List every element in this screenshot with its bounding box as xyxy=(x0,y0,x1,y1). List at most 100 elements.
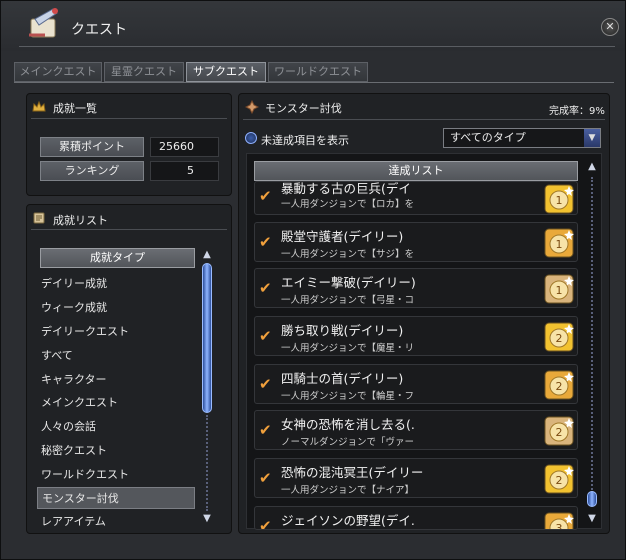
category-all[interactable]: すべて xyxy=(37,345,195,367)
type-filter-dropdown[interactable]: すべてのタイプ ▼ xyxy=(443,128,601,148)
tab-sub-quest[interactable]: サブクエスト xyxy=(186,62,266,82)
quest-description: 一人用ダンジョンで【サジ】を xyxy=(281,249,415,260)
show-incomplete-label: 未達成項目を表示 xyxy=(261,134,349,147)
checkmark-icon: ✔ xyxy=(259,469,272,487)
quest-description: 一人用ダンジョンで【ナイア】 xyxy=(281,485,415,496)
quest-window: クエスト ✕ メインクエスト 星霊クエスト サブクエスト ワールドクエスト 成就… xyxy=(0,0,626,560)
monster-icon xyxy=(245,100,259,114)
quest-row[interactable]: ✔ 勝ち取り戦(デイリー) 一人用ダンジョンで【魔星・リ 2 xyxy=(254,316,578,356)
category-monster-hunt[interactable]: モンスター討伐 xyxy=(37,487,195,509)
quest-name: 女神の恐怖を消し去る(. xyxy=(281,417,415,432)
category-daily-quest[interactable]: デイリークエスト xyxy=(37,321,195,343)
reward-badge-number: 1 xyxy=(556,238,563,251)
reward-badge-number: 1 xyxy=(556,194,563,207)
quest-name: ジェイソンの野望(デイ. xyxy=(281,513,415,528)
quest-row[interactable]: ✔ ジェイソンの野望(デイ. 3 xyxy=(254,506,578,530)
quest-scroll-track-dots xyxy=(591,177,593,493)
ranking-label: ランキング xyxy=(40,161,144,181)
summary-heading: 成就一覧 xyxy=(53,102,97,115)
quest-name: 恐怖の混沌冥王(デイリー xyxy=(281,465,424,480)
category-scrollbar[interactable]: ▲ ▼ xyxy=(200,249,214,527)
category-rare-item[interactable]: レアアイテム xyxy=(37,511,195,533)
reward-badge-icon: 2 xyxy=(544,322,574,352)
tab-divider xyxy=(14,82,614,83)
quest-description: 一人用ダンジョンで【魔星・リ xyxy=(281,343,415,354)
list-divider xyxy=(31,229,227,230)
reward-badge-icon: 3 xyxy=(544,512,574,530)
checkmark-icon: ✔ xyxy=(259,421,272,439)
tab-world-quest[interactable]: ワールドクエスト xyxy=(268,62,368,82)
quest-scroll-icon xyxy=(29,8,58,38)
quest-scroll-thumb[interactable] xyxy=(587,491,597,507)
achievement-type-header: 成就タイプ xyxy=(40,248,195,268)
detail-divider xyxy=(243,119,605,120)
checkmark-icon: ✔ xyxy=(259,517,272,530)
category-character[interactable]: キャラクター xyxy=(37,369,195,391)
quest-name: 四騎士の首(デイリー) xyxy=(281,371,404,386)
crown-icon xyxy=(32,100,46,112)
checkmark-icon: ✔ xyxy=(259,187,272,205)
category-main-quest[interactable]: メインクエスト xyxy=(37,392,195,414)
category-secret-quest[interactable]: 秘密クエスト xyxy=(37,440,195,462)
quest-row[interactable]: ✔ 女神の恐怖を消し去る(. ノーマルダンジョンで「ヴァー 2 xyxy=(254,410,578,450)
quest-name: エイミー撃破(デイリー) xyxy=(281,275,416,290)
quest-row[interactable]: ✔ 四騎士の首(デイリー) 一人用ダンジョンで【輪星・フ 2 xyxy=(254,364,578,404)
title-bar: クエスト ✕ xyxy=(1,1,625,51)
checkmark-icon: ✔ xyxy=(259,279,272,297)
reward-badge-icon: 2 xyxy=(544,370,574,400)
detail-heading: モンスター討伐 xyxy=(265,102,342,115)
quest-description: 一人用ダンジョンで【弓星・コ xyxy=(281,295,415,306)
tab-main-quest[interactable]: メインクエスト xyxy=(14,62,102,82)
quest-name: 勝ち取り戦(デイリー) xyxy=(281,323,404,338)
reward-badge-number: 2 xyxy=(556,474,563,487)
scroll-track-dots xyxy=(206,415,208,511)
completion-rate: 完成率：9% xyxy=(549,106,605,117)
reward-badge-icon: 1 xyxy=(544,274,574,304)
reward-badge-icon: 2 xyxy=(544,464,574,494)
quest-row[interactable]: ✔ 恐怖の混沌冥王(デイリー一人用ダンジョンで【ナイア】 2 xyxy=(254,458,578,498)
reward-badge-number: 2 xyxy=(556,332,563,345)
completed-list-header: 達成リスト xyxy=(254,161,578,181)
category-people-talk[interactable]: 人々の会話 xyxy=(37,416,195,438)
title-divider xyxy=(19,46,615,47)
summary-divider xyxy=(31,118,227,119)
reward-badge-number: 1 xyxy=(556,284,563,297)
quest-scroll-down-icon[interactable]: ▼ xyxy=(585,513,599,525)
scroll-up-icon[interactable]: ▲ xyxy=(200,249,214,261)
total-points-value: 25660 xyxy=(150,137,219,157)
achievement-list-heading: 成就リスト xyxy=(53,214,108,227)
category-weekly-achievement[interactable]: ウィーク成就 xyxy=(37,297,195,319)
checkmark-icon: ✔ xyxy=(259,233,272,251)
quest-row[interactable]: ✔ 殿堂守護者(デイリー) 一人用ダンジョンで【サジ】を 1 xyxy=(254,222,578,262)
reward-badge-icon: 1 xyxy=(544,184,574,214)
category-world-quest[interactable]: ワールドクエスト xyxy=(37,464,195,486)
scroll-down-icon[interactable]: ▼ xyxy=(200,513,214,525)
quest-description: ノーマルダンジョンで「ヴァー xyxy=(281,437,415,448)
checkmark-icon: ✔ xyxy=(259,327,272,345)
quest-row[interactable]: ✔ 暴動する古の巨兵(デイ 一人用ダンジョンで【ロカ】を 1 xyxy=(254,181,578,215)
total-points-label: 累積ポイント xyxy=(40,137,144,157)
quest-scroll-up-icon[interactable]: ▲ xyxy=(585,161,599,173)
quest-row[interactable]: ✔ エイミー撃破(デイリー) 一人用ダンジョンで【弓星・コ 1 xyxy=(254,268,578,308)
scroll-icon xyxy=(33,212,45,224)
chevron-down-icon[interactable]: ▼ xyxy=(584,129,600,147)
quest-scrollbar[interactable]: ▲ ▼ xyxy=(585,161,599,527)
scroll-thumb[interactable] xyxy=(202,263,212,413)
reward-badge-icon: 1 xyxy=(544,228,574,258)
tab-spirit-quest[interactable]: 星霊クエスト xyxy=(104,62,184,82)
close-icon: ✕ xyxy=(605,20,615,33)
type-filter-value: すべてのタイプ xyxy=(450,131,526,144)
reward-badge-number: 2 xyxy=(556,380,563,393)
ranking-value: 5 xyxy=(150,161,219,181)
quest-description: 一人用ダンジョンで【ロカ】を xyxy=(281,199,415,210)
category-daily-achievement[interactable]: デイリー成就 xyxy=(37,273,195,295)
reward-badge-number: 2 xyxy=(556,426,563,439)
reward-badge-icon: 2 xyxy=(544,416,574,446)
window-title: クエスト xyxy=(71,22,127,38)
close-button[interactable]: ✕ xyxy=(601,18,619,36)
reward-badge-number: 3 xyxy=(556,522,563,530)
quest-name: 殿堂守護者(デイリー) xyxy=(281,229,404,244)
quest-description: 一人用ダンジョンで【輪星・フ xyxy=(281,391,415,402)
checkmark-icon: ✔ xyxy=(259,375,272,393)
show-incomplete-radio[interactable] xyxy=(245,132,257,144)
